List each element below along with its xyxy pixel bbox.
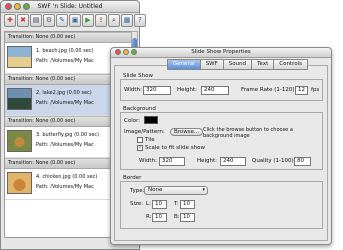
- border-l-field[interactable]: 10: [152, 200, 167, 209]
- tab-swf[interactable]: SWF: [199, 59, 224, 70]
- slide-path: Path: /Volumes/My Mac: [36, 184, 94, 190]
- properties-window: Slide Show Properties General SWF Sound …: [110, 47, 332, 245]
- slide-path: Path: /Volumes/My Mac: [36, 58, 94, 64]
- properties-window-title: Slide Show Properties: [191, 49, 251, 55]
- tile-label: Tile: [145, 137, 155, 143]
- slideshow-group: Width: 320 Height: 240 Frame Rate (1-120…: [120, 79, 323, 101]
- color-swatch[interactable]: [144, 116, 158, 124]
- height-field[interactable]: 240: [201, 86, 229, 95]
- scale-checkbox[interactable]: ✓: [137, 145, 143, 151]
- bg-width-field[interactable]: 320: [159, 157, 185, 166]
- quality-field[interactable]: 80: [294, 157, 311, 166]
- tab-general[interactable]: General: [167, 59, 201, 70]
- tab-text[interactable]: Text: [251, 59, 275, 70]
- slide-thumbnail: [7, 88, 32, 110]
- export-icon[interactable]: ⇪: [95, 14, 107, 27]
- browse-button[interactable]: Browse...: [170, 128, 204, 136]
- settings-icon[interactable]: ⚙: [43, 14, 55, 27]
- browse-hint: Click the browse button to choose a back…: [203, 127, 293, 139]
- zoom-icon[interactable]: ⌕: [108, 14, 120, 27]
- border-type-select[interactable]: None ▾: [144, 186, 208, 195]
- play-icon[interactable]: ▶: [82, 14, 94, 27]
- bg-width-label: Width:: [139, 158, 157, 164]
- border-l-label: L:: [146, 201, 151, 207]
- width-label: Width:: [124, 87, 142, 93]
- slide-path: Path: /Volumes/My Mac: [36, 100, 94, 106]
- transition-row[interactable]: Transition: None (0.00 sec): [5, 32, 132, 43]
- image-pattern-label: Image/Pattern:: [124, 129, 165, 135]
- tab-bar: General SWF Sound Text Controls: [167, 59, 308, 70]
- tile-checkbox[interactable]: [137, 137, 143, 143]
- bg-height-label: Height:: [197, 158, 218, 164]
- remove-slide-icon[interactable]: ✖: [17, 14, 29, 27]
- main-window-title: SWF 'n Slide: Untitled: [37, 3, 103, 10]
- color-label: Color:: [124, 118, 141, 124]
- toolbar: ✚ ✖ ▤ ⚙ ✎ ▣ ▶ ⇪ ⌕ ▦ ?: [4, 14, 146, 28]
- chevron-down-icon: ▾: [202, 187, 205, 193]
- border-type-label: Type:: [130, 188, 145, 194]
- border-t-field[interactable]: 10: [180, 200, 195, 209]
- preview-icon[interactable]: ▣: [69, 14, 81, 27]
- slide-name: 4. chicken.jpg (0.00 sec): [36, 174, 98, 180]
- general-panel: Slide Show Width: 320 Height: 240 Frame …: [114, 65, 328, 241]
- slide-thumbnail: [7, 172, 32, 194]
- tab-controls[interactable]: Controls: [273, 59, 308, 70]
- slide-name: 1. beach.jpg (0.00 sec): [36, 48, 94, 54]
- border-type-value: None: [148, 187, 163, 193]
- border-r-field[interactable]: 10: [152, 213, 167, 222]
- scale-label: Scale to fit slide show: [145, 145, 205, 151]
- border-r-label: R:: [146, 214, 152, 220]
- tab-sound[interactable]: Sound: [222, 59, 253, 70]
- help-icon[interactable]: ?: [134, 14, 146, 27]
- slide-name: 3. butterfly.jpg (0.00 sec): [36, 132, 100, 138]
- border-t-label: T:: [174, 201, 179, 207]
- framerate-label: Frame Rate (1-120):: [241, 87, 297, 93]
- slide-name: 2. lake2.jpg (0.00 sec): [36, 90, 92, 96]
- framerate-field[interactable]: 12: [295, 86, 308, 95]
- border-group: Type: None ▾ Size: L: 10 T: 10 R: 10 B: …: [120, 181, 323, 229]
- bg-height-field[interactable]: 240: [220, 157, 246, 166]
- slide-path: Path: /Volumes/My Mac: [36, 142, 94, 148]
- height-label: Height:: [177, 87, 198, 93]
- border-b-label: B:: [174, 214, 180, 220]
- border-size-label: Size:: [130, 201, 144, 207]
- edit-icon[interactable]: ✎: [56, 14, 68, 27]
- border-b-field[interactable]: 10: [180, 213, 195, 222]
- save-icon[interactable]: ▤: [30, 14, 42, 27]
- view-icon[interactable]: ▦: [121, 14, 133, 27]
- add-slide-icon[interactable]: ✚: [4, 14, 16, 27]
- properties-titlebar[interactable]: Slide Show Properties: [111, 48, 331, 58]
- slide-thumbnail: [7, 130, 32, 152]
- main-titlebar[interactable]: SWF 'n Slide: Untitled: [1, 1, 139, 13]
- slide-thumbnail: [7, 46, 32, 68]
- fps-label: fps: [311, 87, 320, 93]
- quality-label: Quality (1-100):: [252, 158, 296, 164]
- width-field[interactable]: 320: [143, 86, 171, 95]
- background-group: Color: Image/Pattern: Browse... Click th…: [120, 112, 323, 170]
